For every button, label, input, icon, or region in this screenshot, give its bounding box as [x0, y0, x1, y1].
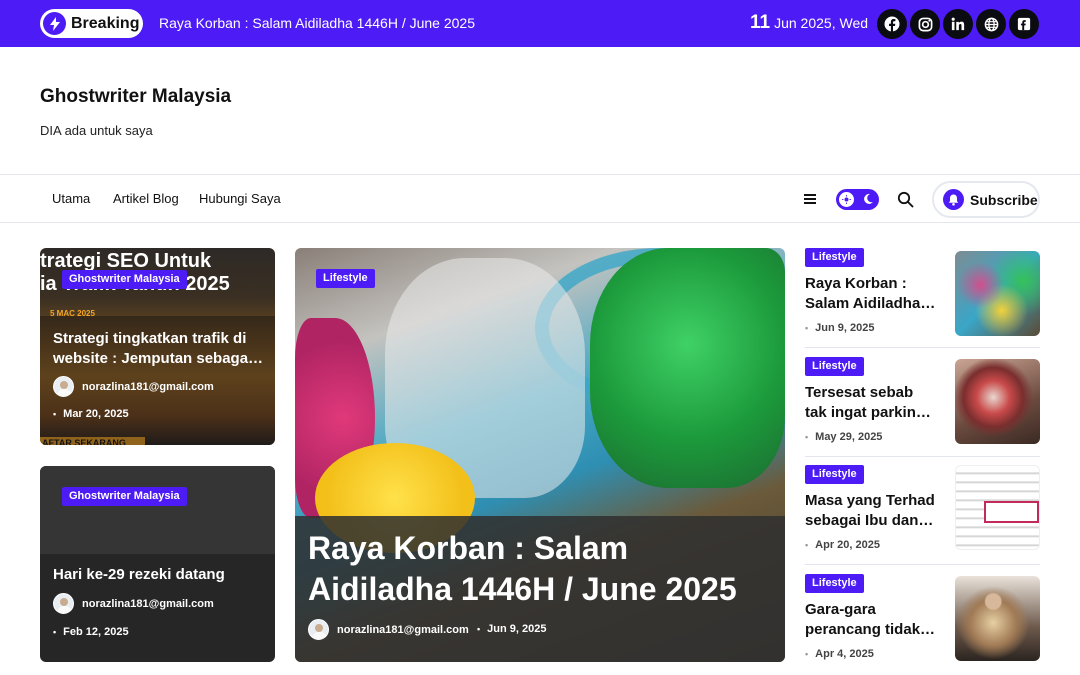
category-badge[interactable]: Ghostwriter Malaysia: [62, 487, 187, 506]
list-item-title[interactable]: Raya Korban : Salam Aidiladha…: [805, 274, 940, 314]
site-tagline: DIA ada untuk saya: [40, 123, 153, 138]
list-item-title[interactable]: Gara-gara perancang tidak…: [805, 600, 940, 640]
bell-icon: [943, 189, 964, 210]
social-links: [877, 9, 1039, 39]
list-item-date: Apr 20, 2025: [805, 539, 880, 551]
post-card-rezeki[interactable]: Ghostwriter Malaysia Hari ke-29 rezeki d…: [40, 466, 275, 662]
list-item-thumbnail[interactable]: [955, 251, 1040, 336]
list-item-thumbnail[interactable]: [955, 359, 1040, 444]
site-title[interactable]: Ghostwriter Malaysia: [40, 86, 231, 108]
featured-title[interactable]: Raya Korban : Salam Aidiladha 1446H / Ju…: [308, 528, 737, 610]
ticker-headline[interactable]: Raya Korban : Salam Aidiladha 1446H / Ju…: [159, 15, 475, 31]
instagram-icon[interactable]: [910, 9, 940, 39]
nav-item-hubungi-saya[interactable]: Hubungi Saya: [199, 191, 281, 206]
post-date: Feb 12, 2025: [53, 626, 128, 638]
facebook-icon[interactable]: [877, 9, 907, 39]
menu-icon[interactable]: [804, 194, 816, 204]
post-card-seo[interactable]: trategi SEO Untuk ia Trafik Tahun 2025 5…: [40, 248, 275, 445]
card-image-green: [590, 248, 785, 488]
subscribe-label: Subscribe: [970, 191, 1038, 208]
list-item-thumbnail[interactable]: [955, 576, 1040, 661]
list-divider: [805, 347, 1040, 348]
post-date: Jun 9, 2025: [477, 623, 546, 635]
list-item[interactable]: Lifestyle Tersesat sebab tak ingat parkin…: [805, 357, 1040, 454]
post-title[interactable]: Strategi tingkatkan trafik di website : …: [53, 329, 263, 369]
post-author[interactable]: norazlina181@gmail.com: [53, 376, 214, 397]
breaking-badge: Breaking: [40, 9, 143, 38]
category-badge[interactable]: Lifestyle: [316, 269, 375, 288]
avatar: [53, 376, 74, 397]
post-date: Mar 20, 2025: [53, 408, 128, 420]
featured-post-card[interactable]: Lifestyle Raya Korban : Salam Aidiladha …: [295, 248, 785, 662]
avatar: [53, 593, 74, 614]
list-item[interactable]: Lifestyle Masa yang Terhad sebagai Ibu da…: [805, 465, 1040, 562]
avatar: [308, 619, 329, 640]
card-image: [40, 466, 275, 554]
post-title[interactable]: Hari ke-29 rezeki datang: [53, 566, 225, 583]
nav-item-utama[interactable]: Utama: [52, 191, 90, 206]
subscribe-button[interactable]: Subscribe: [932, 181, 1040, 218]
category-badge[interactable]: Lifestyle: [805, 574, 864, 593]
flickr-icon[interactable]: [1009, 9, 1039, 39]
date-rest: Jun 2025, Wed: [774, 15, 869, 31]
category-badge[interactable]: Lifestyle: [805, 357, 864, 376]
list-divider: [805, 564, 1040, 565]
post-author[interactable]: norazlina181@gmail.com: [53, 593, 214, 614]
list-item-title[interactable]: Masa yang Terhad sebagai Ibu dan…: [805, 491, 940, 531]
search-icon[interactable]: [897, 191, 914, 208]
list-divider: [805, 456, 1040, 457]
nav-item-artikel-blog[interactable]: Artikel Blog: [113, 191, 179, 206]
list-item-date: Apr 4, 2025: [805, 648, 874, 660]
globe-icon[interactable]: [976, 9, 1006, 39]
category-badge[interactable]: Ghostwriter Malaysia: [62, 270, 187, 289]
bolt-icon: [43, 12, 66, 35]
date-day: 11: [750, 12, 771, 33]
category-badge[interactable]: Lifestyle: [805, 465, 864, 484]
moon-icon: [864, 193, 873, 204]
current-date: 11 Jun 2025, Wed: [750, 12, 868, 34]
breaking-label: Breaking: [71, 14, 140, 32]
list-item-thumbnail[interactable]: [955, 465, 1040, 550]
sun-icon: [839, 192, 854, 207]
list-item[interactable]: Lifestyle Gara-garaperancang tidak… Apr …: [805, 574, 1040, 671]
list-item-date: May 29, 2025: [805, 431, 882, 443]
top-bar: Breaking Raya Korban : Salam Aidiladha 1…: [0, 0, 1080, 47]
linkedin-icon[interactable]: [943, 9, 973, 39]
dark-mode-toggle[interactable]: [836, 189, 879, 210]
list-item[interactable]: Lifestyle Raya Korban : Salam Aidiladha… …: [805, 248, 1040, 345]
list-item-title[interactable]: Tersesat sebab tak ingat parkin…: [805, 383, 940, 423]
main-navbar: Utama Artikel Blog Hubungi Saya Subscrib…: [0, 174, 1080, 223]
post-author[interactable]: norazlina181@gmail.com: [308, 619, 469, 640]
category-badge[interactable]: Lifestyle: [805, 248, 864, 267]
list-item-date: Jun 9, 2025: [805, 322, 874, 334]
